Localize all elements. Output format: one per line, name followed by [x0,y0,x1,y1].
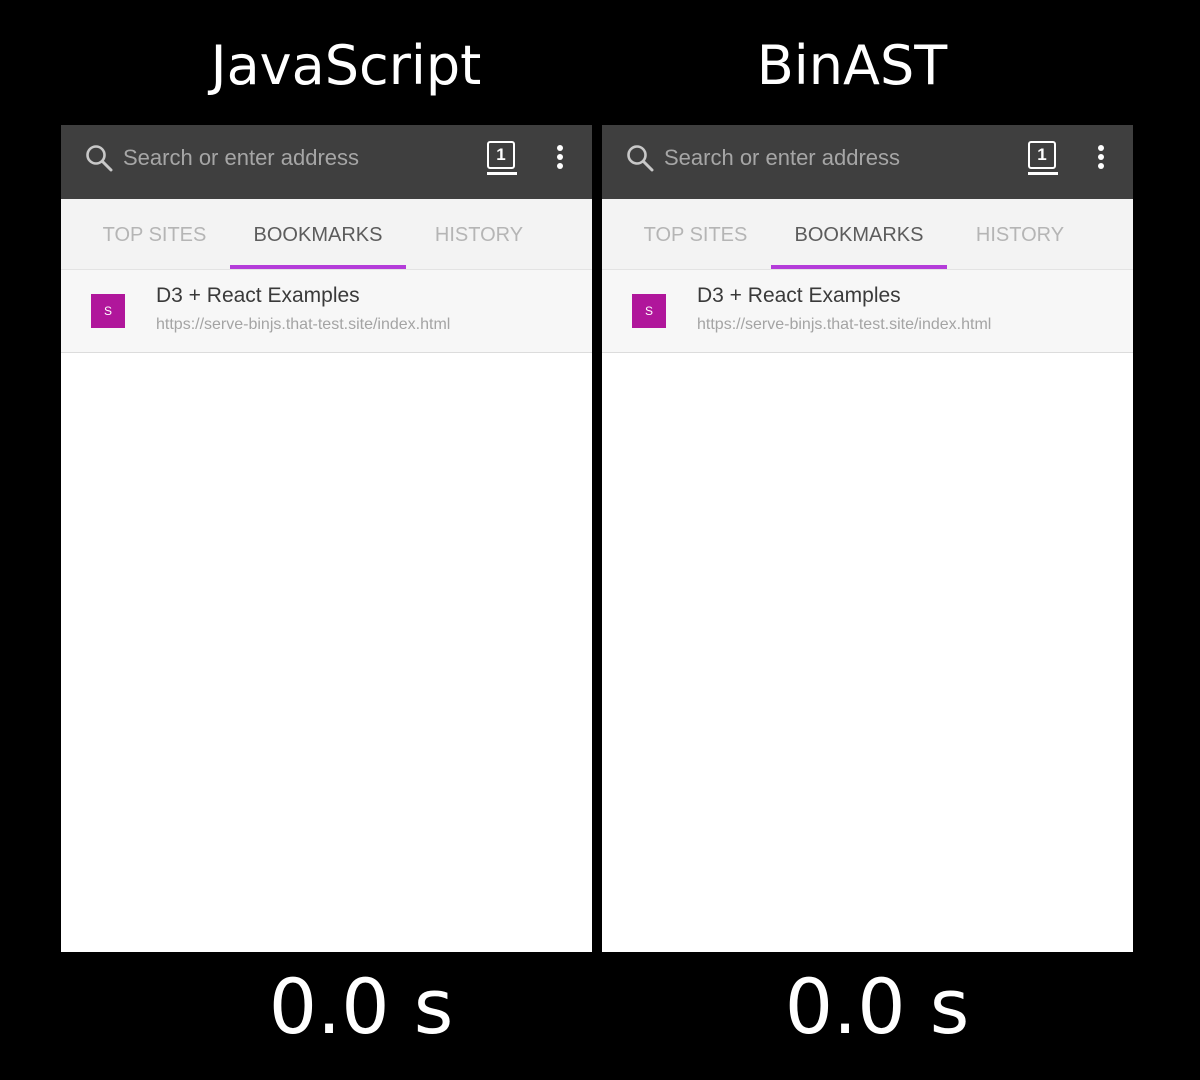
overflow-menu-icon[interactable] [552,145,568,175]
bookmark-item[interactable]: S D3 + React Examples https://serve-binj… [602,270,1133,353]
bookmark-title: D3 + React Examples [156,284,360,307]
site-favicon-icon: S [632,294,666,328]
panel-tabs: TOP SITES BOOKMARKS HISTORY [602,199,1133,270]
url-bar[interactable]: Search or enter address 1 [61,125,592,199]
search-icon[interactable] [85,144,113,172]
panel-title-binast: BinAST [756,34,948,97]
load-timer-binast: 0.0 s [784,962,970,1051]
tab-top-sites[interactable]: TOP SITES [617,199,774,269]
tab-bookmarks[interactable]: BOOKMARKS [774,199,944,269]
empty-content-area [602,353,1133,952]
search-input[interactable]: Search or enter address [664,125,900,191]
bookmark-item[interactable]: S D3 + React Examples https://serve-binj… [61,270,592,353]
bookmark-title: D3 + React Examples [697,284,901,307]
browser-screen-javascript: Search or enter address 1 TOP SITES BOOK… [61,125,592,952]
tabs-counter-icon[interactable]: 1 [487,141,515,169]
bookmark-url: https://serve-binjs.that-test.site/index… [697,316,992,333]
search-icon[interactable] [626,144,654,172]
tabs-counter-underline [1028,172,1058,175]
tabs-counter-underline [487,172,517,175]
browser-screen-binast: Search or enter address 1 TOP SITES BOOK… [602,125,1133,952]
active-tab-indicator [771,265,947,269]
tab-top-sites[interactable]: TOP SITES [76,199,233,269]
empty-content-area [61,353,592,952]
active-tab-indicator [230,265,406,269]
tab-history[interactable]: HISTORY [944,199,1096,269]
tabs-counter-icon[interactable]: 1 [1028,141,1056,169]
panel-tabs: TOP SITES BOOKMARKS HISTORY [61,199,592,270]
load-timer-javascript: 0.0 s [268,962,454,1051]
tab-bookmarks[interactable]: BOOKMARKS [233,199,403,269]
search-input[interactable]: Search or enter address [123,125,359,191]
site-favicon-icon: S [91,294,125,328]
url-bar[interactable]: Search or enter address 1 [602,125,1133,199]
tab-history[interactable]: HISTORY [403,199,555,269]
panel-title-javascript: JavaScript [210,34,482,97]
overflow-menu-icon[interactable] [1093,145,1109,175]
bookmark-url: https://serve-binjs.that-test.site/index… [156,316,451,333]
